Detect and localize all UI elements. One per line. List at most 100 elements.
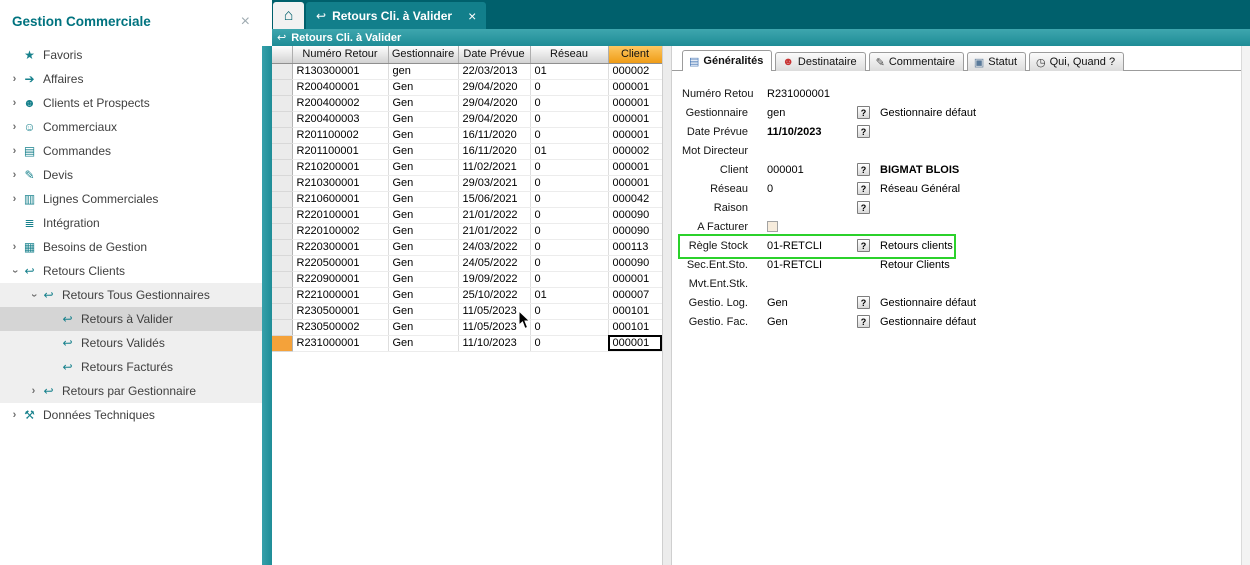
row-selector[interactable] — [272, 175, 292, 191]
cell-client[interactable]: 000090 — [608, 223, 662, 239]
field-value-client[interactable]: 000001 — [767, 164, 857, 176]
a-facturer-checkbox[interactable] — [767, 221, 778, 232]
row-selector[interactable] — [272, 143, 292, 159]
cell-gestionnaire[interactable]: Gen — [388, 287, 458, 303]
cell-gestionnaire[interactable]: Gen — [388, 239, 458, 255]
cell-numero-retour[interactable]: R220300001 — [292, 239, 388, 255]
cell-gestionnaire[interactable]: Gen — [388, 143, 458, 159]
field-value-gestionnaire[interactable]: gen — [767, 107, 857, 119]
row-selector[interactable] — [272, 271, 292, 287]
cell-gestionnaire[interactable]: Gen — [388, 79, 458, 95]
sidebar-splitter[interactable] — [262, 46, 272, 565]
sidebar-item-clients-et-prospects[interactable]: ›☻Clients et Prospects — [0, 91, 262, 115]
cell-client[interactable]: 000090 — [608, 207, 662, 223]
sidebar-item-favoris[interactable]: ★Favoris — [0, 43, 262, 67]
cell-reseau[interactable]: 0 — [530, 127, 608, 143]
cell-date-prevue[interactable]: 21/01/2022 — [458, 207, 530, 223]
chevron-right-icon[interactable]: › — [27, 386, 40, 397]
sidebar-item-commandes[interactable]: ›▤Commandes — [0, 139, 262, 163]
help-button[interactable]: ? — [857, 125, 870, 138]
help-button[interactable]: ? — [857, 182, 870, 195]
cell-gestionnaire[interactable]: Gen — [388, 335, 458, 351]
cell-client[interactable]: 000007 — [608, 287, 662, 303]
cell-numero-retour[interactable]: R210200001 — [292, 159, 388, 175]
cell-numero-retour[interactable]: R231000001 — [292, 335, 388, 351]
field-value-gestio-fac[interactable]: Gen — [767, 316, 857, 328]
cell-date-prevue[interactable]: 29/04/2020 — [458, 95, 530, 111]
column-header-reseau[interactable]: Réseau — [530, 46, 608, 63]
field-value-sec-ent-sto[interactable]: 01-RETCLI — [767, 259, 857, 271]
sidebar-item-commerciaux[interactable]: ›☺Commerciaux — [0, 115, 262, 139]
sidebar-item-donnees-techniques[interactable]: ›⚒Données Techniques — [0, 403, 262, 427]
row-selector[interactable] — [272, 95, 292, 111]
field-value-gestio-log[interactable]: Gen — [767, 297, 857, 309]
cell-client[interactable]: 000001 — [608, 79, 662, 95]
close-icon[interactable]: × — [241, 14, 250, 30]
sidebar-item-retours-a-valider[interactable]: ↩Retours à Valider — [0, 307, 262, 331]
cell-reseau[interactable]: 0 — [530, 79, 608, 95]
cell-gestionnaire[interactable]: Gen — [388, 111, 458, 127]
close-icon[interactable]: × — [468, 9, 476, 23]
tab-retours-cli-a-valider[interactable]: ↩ Retours Cli. à Valider × — [306, 2, 486, 29]
cell-numero-retour[interactable]: R210600001 — [292, 191, 388, 207]
cell-numero-retour[interactable]: R130300001 — [292, 63, 388, 79]
cell-numero-retour[interactable]: R200400002 — [292, 95, 388, 111]
row-selector[interactable] — [272, 335, 292, 351]
row-selector[interactable] — [272, 159, 292, 175]
cell-numero-retour[interactable]: R201100001 — [292, 143, 388, 159]
cell-date-prevue[interactable]: 11/05/2023 — [458, 319, 530, 335]
cell-numero-retour[interactable]: R220100002 — [292, 223, 388, 239]
cell-gestionnaire[interactable]: Gen — [388, 191, 458, 207]
cell-date-prevue[interactable]: 24/05/2022 — [458, 255, 530, 271]
cell-reseau[interactable]: 0 — [530, 159, 608, 175]
cell-reseau[interactable]: 01 — [530, 63, 608, 79]
cell-client[interactable]: 000090 — [608, 255, 662, 271]
cell-date-prevue[interactable]: 11/02/2021 — [458, 159, 530, 175]
cell-date-prevue[interactable]: 29/04/2020 — [458, 79, 530, 95]
cell-numero-retour[interactable]: R220500001 — [292, 255, 388, 271]
cell-client[interactable]: 000001 — [608, 111, 662, 127]
row-selector[interactable] — [272, 79, 292, 95]
cell-client[interactable]: 000001 — [608, 159, 662, 175]
tab-generalites[interactable]: ▤Généralités — [682, 50, 772, 71]
cell-date-prevue[interactable]: 19/09/2022 — [458, 271, 530, 287]
chevron-right-icon[interactable]: › — [8, 74, 21, 85]
cell-reseau[interactable]: 0 — [530, 95, 608, 111]
row-selector[interactable] — [272, 239, 292, 255]
cell-reseau[interactable]: 01 — [530, 287, 608, 303]
help-button[interactable]: ? — [857, 106, 870, 119]
row-selector[interactable] — [272, 287, 292, 303]
cell-client[interactable]: 000113 — [608, 239, 662, 255]
row-selector[interactable] — [272, 303, 292, 319]
chevron-right-icon[interactable]: › — [8, 146, 21, 157]
cell-reseau[interactable]: 0 — [530, 223, 608, 239]
row-selector[interactable] — [272, 255, 292, 271]
help-button[interactable]: ? — [857, 296, 870, 309]
chevron-right-icon[interactable]: › — [8, 242, 21, 253]
row-selector[interactable] — [272, 127, 292, 143]
sidebar-item-devis[interactable]: ›✎Devis — [0, 163, 262, 187]
cell-gestionnaire[interactable]: Gen — [388, 271, 458, 287]
tab-qui-quand[interactable]: ◷Qui, Quand ? — [1029, 52, 1124, 71]
chevron-right-icon[interactable]: › — [8, 122, 21, 133]
cell-gestionnaire[interactable]: Gen — [388, 207, 458, 223]
chevron-right-icon[interactable]: › — [8, 170, 21, 181]
chevron-right-icon[interactable]: › — [8, 410, 21, 421]
field-value-numero-retou[interactable]: R231000001 — [767, 88, 857, 100]
cell-numero-retour[interactable]: R220900001 — [292, 271, 388, 287]
chevron-right-icon[interactable]: › — [8, 194, 21, 205]
cell-numero-retour[interactable]: R230500002 — [292, 319, 388, 335]
cell-numero-retour[interactable]: R200400001 — [292, 79, 388, 95]
chevron-right-icon[interactable]: › — [8, 98, 21, 109]
cell-date-prevue[interactable]: 25/10/2022 — [458, 287, 530, 303]
cell-numero-retour[interactable]: R230500001 — [292, 303, 388, 319]
cell-gestionnaire[interactable]: gen — [388, 63, 458, 79]
sidebar-item-lignes-commerciales[interactable]: ›▥Lignes Commerciales — [0, 187, 262, 211]
cell-date-prevue[interactable]: 29/03/2021 — [458, 175, 530, 191]
help-button[interactable]: ? — [857, 163, 870, 176]
cell-date-prevue[interactable]: 11/10/2023 — [458, 335, 530, 351]
cell-date-prevue[interactable]: 21/01/2022 — [458, 223, 530, 239]
cell-numero-retour[interactable]: R200400003 — [292, 111, 388, 127]
sidebar-item-besoins-de-gestion[interactable]: ›▦Besoins de Gestion — [0, 235, 262, 259]
cell-reseau[interactable]: 0 — [530, 319, 608, 335]
